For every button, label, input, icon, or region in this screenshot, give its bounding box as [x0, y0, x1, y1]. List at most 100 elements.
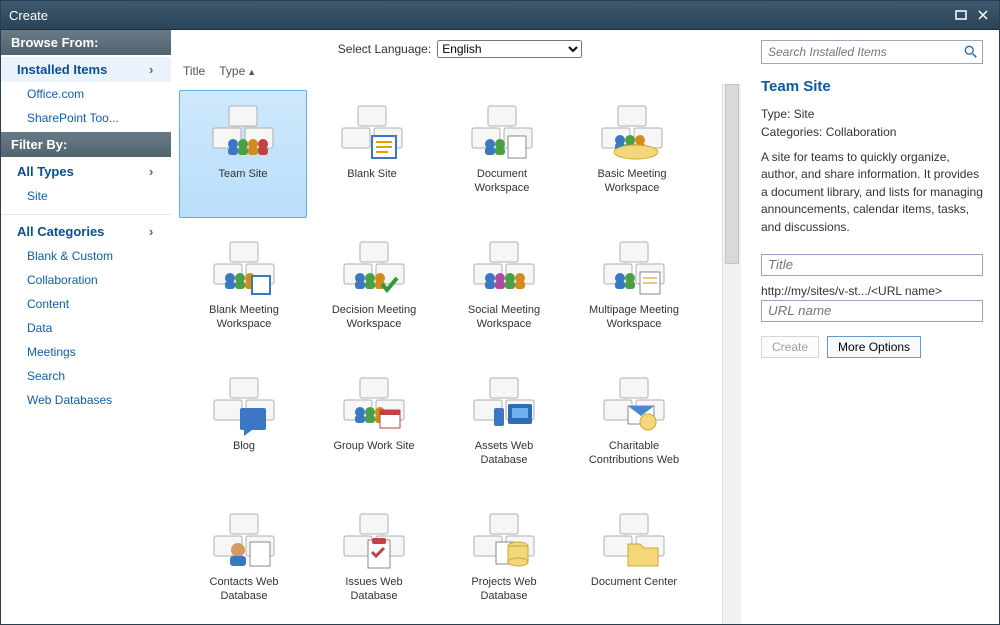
sidebar-item[interactable]: All Types›: [1, 159, 171, 184]
sidebar-item[interactable]: Meetings: [1, 340, 171, 364]
col-title[interactable]: Title: [183, 64, 205, 78]
sidebar-item[interactable]: All Categories›: [1, 219, 171, 244]
template-tile[interactable]: Blog: [179, 362, 309, 492]
group-icon: [334, 370, 414, 440]
detail-description: A site for teams to quickly organize, au…: [761, 149, 983, 236]
sidebar-item[interactable]: Installed Items ›: [1, 57, 171, 82]
sidebar-item-label: Content: [27, 297, 69, 311]
contacts-icon: [204, 506, 284, 576]
template-tile[interactable]: Document Center: [569, 498, 699, 624]
chevron-right-icon: ›: [149, 62, 159, 77]
sort-asc-icon: ▲: [247, 67, 256, 77]
sidebar-item[interactable]: Site: [1, 184, 171, 208]
doc-ctr-icon: [594, 506, 674, 576]
template-tile[interactable]: Decision Meeting Workspace: [309, 226, 439, 356]
scrollbar-thumb[interactable]: [725, 84, 739, 264]
template-tile[interactable]: Projects Web Database: [439, 498, 569, 624]
tile-label: Basic Meeting Workspace: [591, 168, 672, 196]
chevron-right-icon: ›: [149, 164, 159, 179]
tile-label: Contacts Web Database: [204, 576, 285, 604]
tile-label: Charitable Contributions Web: [583, 440, 685, 468]
select-language-label: Select Language:: [338, 42, 431, 56]
sidebar-item[interactable]: Collaboration: [1, 268, 171, 292]
blog-icon: [204, 370, 284, 440]
template-tile[interactable]: Team Site: [179, 90, 307, 218]
doc-ws-icon: [462, 98, 542, 168]
url-input[interactable]: [761, 300, 983, 322]
sidebar-item[interactable]: Data: [1, 316, 171, 340]
search-input[interactable]: [766, 44, 964, 60]
template-tile[interactable]: Contacts Web Database: [179, 498, 309, 624]
basic-mtg-icon: [592, 98, 672, 168]
tile-label: Team Site: [213, 168, 274, 182]
sidebar-item-label: Meetings: [27, 345, 76, 359]
tile-label: Blog: [227, 440, 261, 454]
titlebar: Create: [1, 1, 999, 30]
sidebar-item-label: Blank & Custom: [27, 249, 113, 263]
title-input[interactable]: [761, 254, 983, 276]
maximize-icon[interactable]: [953, 8, 969, 22]
language-select[interactable]: English: [437, 40, 582, 58]
detail-title: Team Site: [761, 78, 983, 95]
multi-mtg-icon: [594, 234, 674, 304]
tile-label: Document Workspace: [469, 168, 536, 196]
sidebar-item[interactable]: Office.com: [1, 82, 171, 106]
sidebar-item[interactable]: Blank & Custom: [1, 244, 171, 268]
template-grid: Team Site Blank Site Document Workspace …: [179, 84, 722, 624]
browse-from-header: Browse From:: [1, 30, 171, 55]
blank-mtg-icon: [204, 234, 284, 304]
template-tile[interactable]: Issues Web Database: [309, 498, 439, 624]
detail-type-value: Site: [794, 107, 815, 121]
tile-label: Decision Meeting Workspace: [326, 304, 422, 332]
soc-mtg-icon: [464, 234, 544, 304]
tile-label: Group Work Site: [327, 440, 420, 454]
tile-label: Blank Meeting Workspace: [203, 304, 285, 332]
sidebar-item-label: Office.com: [27, 87, 84, 101]
sidebar-item[interactable]: SharePoint Too...: [1, 106, 171, 130]
template-tile[interactable]: Basic Meeting Workspace: [567, 90, 697, 220]
sidebar-item-label: Collaboration: [27, 273, 98, 287]
search-icon[interactable]: [964, 45, 978, 59]
close-icon[interactable]: [975, 8, 991, 22]
template-tile[interactable]: Blank Meeting Workspace: [179, 226, 309, 356]
details-pane: Team Site Type: Site Categories: Collabo…: [749, 30, 999, 624]
sidebar-item-label: Search: [27, 369, 65, 383]
main-area: Select Language: English Title Type▲ Tea…: [171, 30, 749, 624]
template-tile[interactable]: Social Meeting Workspace: [439, 226, 569, 356]
scrollbar[interactable]: [722, 84, 741, 624]
tile-label: Projects Web Database: [465, 576, 542, 604]
template-tile[interactable]: Blank Site: [307, 90, 437, 220]
projects-icon: [464, 506, 544, 576]
language-bar: Select Language: English: [179, 40, 741, 58]
more-options-button[interactable]: More Options: [827, 336, 921, 358]
detail-cat-label: Categories:: [761, 125, 822, 139]
assets-icon: [464, 370, 544, 440]
tile-label: Multipage Meeting Workspace: [583, 304, 685, 332]
url-prefix: http://my/sites/v-st.../<URL name>: [761, 284, 983, 298]
tile-label: Assets Web Database: [469, 440, 540, 468]
search-box[interactable]: [761, 40, 983, 64]
sidebar-item[interactable]: Web Databases: [1, 388, 171, 412]
filter-by-header: Filter By:: [1, 132, 171, 157]
template-tile[interactable]: Group Work Site: [309, 362, 439, 492]
sidebar-item[interactable]: Content: [1, 292, 171, 316]
col-type[interactable]: Type▲: [219, 64, 256, 78]
detail-type-label: Type:: [761, 107, 790, 121]
char-icon: [594, 370, 674, 440]
tile-label: Blank Site: [341, 168, 403, 182]
template-tile[interactable]: Charitable Contributions Web: [569, 362, 699, 492]
template-tile[interactable]: Assets Web Database: [439, 362, 569, 492]
sidebar-item-label: Site: [27, 189, 48, 203]
template-tile[interactable]: Multipage Meeting Workspace: [569, 226, 699, 356]
detail-cat-value: Collaboration: [826, 125, 897, 139]
dec-mtg-icon: [334, 234, 414, 304]
team-icon: [203, 98, 283, 168]
issues-icon: [334, 506, 414, 576]
template-tile[interactable]: Document Workspace: [437, 90, 567, 220]
sidebar-item-label: Installed Items: [17, 62, 107, 77]
sidebar-item[interactable]: Search: [1, 364, 171, 388]
create-button[interactable]: Create: [761, 336, 819, 358]
tile-label: Social Meeting Workspace: [462, 304, 546, 332]
sidebar-item-label: Web Databases: [27, 393, 112, 407]
tile-label: Issues Web Database: [339, 576, 408, 604]
